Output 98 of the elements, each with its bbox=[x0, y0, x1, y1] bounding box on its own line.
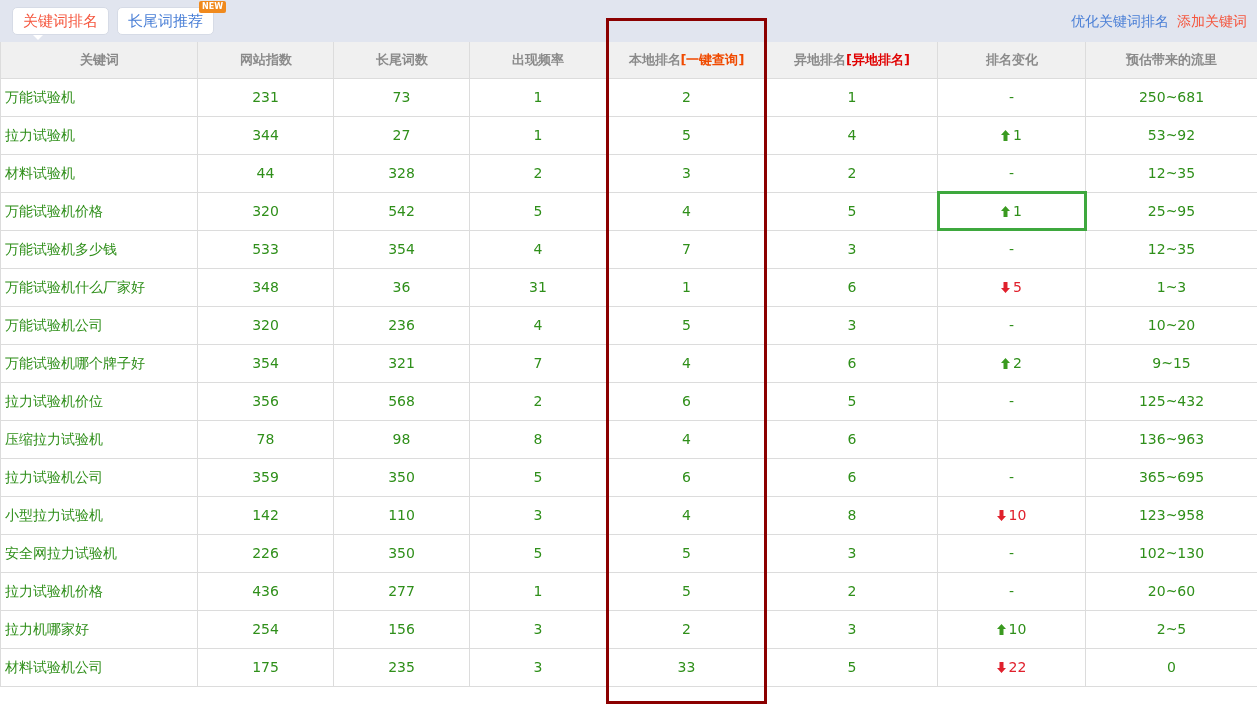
column-header-label: 异地排名 bbox=[794, 52, 847, 67]
up-arrow-icon bbox=[1001, 357, 1011, 369]
rank-change-value: - bbox=[1008, 468, 1015, 485]
keyword-cell: 拉力机哪家好 bbox=[0, 610, 198, 648]
index-cell: 436 bbox=[197, 572, 334, 610]
column-header: 预估带来的流里 bbox=[1085, 42, 1257, 78]
index-cell: 231 bbox=[197, 78, 334, 116]
keyword-cell: 拉力试验机 bbox=[0, 116, 198, 154]
rank-change-value: - bbox=[1008, 582, 1015, 599]
rank-change-value: 10 bbox=[1008, 506, 1027, 523]
keyword-cell: 万能试验机多少钱 bbox=[0, 230, 198, 268]
remote-rank-cell: 6 bbox=[766, 420, 938, 458]
longtail-cell: 236 bbox=[333, 306, 470, 344]
longtail-cell: 36 bbox=[333, 268, 470, 306]
longtail-cell: 354 bbox=[333, 230, 470, 268]
link[interactable]: 添加关键词 bbox=[1177, 10, 1247, 32]
remote-rank-cell: 6 bbox=[766, 458, 938, 496]
column-header: 网站指数 bbox=[197, 42, 334, 78]
keyword-cell: 万能试验机哪个牌子好 bbox=[0, 344, 198, 382]
rank-change-value: 22 bbox=[1008, 658, 1027, 675]
remote-rank-cell: 8 bbox=[766, 496, 938, 534]
keyword-cell: 小型拉力试验机 bbox=[0, 496, 198, 534]
keyword-cell: 材料试验机 bbox=[0, 154, 198, 192]
rank-change-value: - bbox=[1008, 88, 1015, 105]
index-cell: 254 bbox=[197, 610, 334, 648]
keyword-cell: 拉力试验机价格 bbox=[0, 572, 198, 610]
index-cell: 226 bbox=[197, 534, 334, 572]
remote-rank-cell: 6 bbox=[766, 268, 938, 306]
remote-rank-cell: 5 bbox=[766, 648, 938, 686]
rank-change-value: - bbox=[1008, 392, 1015, 409]
index-cell: 44 bbox=[197, 154, 334, 192]
down-arrow-icon bbox=[996, 661, 1006, 673]
remote-rank-cell: 1 bbox=[766, 78, 938, 116]
longtail-cell: 73 bbox=[333, 78, 470, 116]
column-header: 出现频率 bbox=[469, 42, 607, 78]
keyword-cell: 材料试验机公司 bbox=[0, 648, 198, 686]
keyword-cell: 压缩拉力试验机 bbox=[0, 420, 198, 458]
keyword-cell: 万能试验机公司 bbox=[0, 306, 198, 344]
index-cell: 533 bbox=[197, 230, 334, 268]
rank-change-value: - bbox=[1008, 240, 1015, 257]
index-cell: 142 bbox=[197, 496, 334, 534]
index-cell: 344 bbox=[197, 116, 334, 154]
down-arrow-icon bbox=[996, 509, 1006, 521]
index-cell: 356 bbox=[197, 382, 334, 420]
index-cell: 175 bbox=[197, 648, 334, 686]
remote-rank-cell: 3 bbox=[766, 534, 938, 572]
index-cell: 359 bbox=[197, 458, 334, 496]
longtail-cell: 277 bbox=[333, 572, 470, 610]
up-arrow-icon bbox=[1001, 129, 1011, 141]
index-cell: 78 bbox=[197, 420, 334, 458]
remote-rank-cell: 6 bbox=[766, 344, 938, 382]
longtail-cell: 321 bbox=[333, 344, 470, 382]
column-header-link[interactable]: [一键查询] bbox=[680, 52, 745, 67]
rank-change-value: 10 bbox=[1008, 620, 1027, 637]
rank-change-value: 1 bbox=[1013, 126, 1022, 143]
keyword-cell: 安全网拉力试验机 bbox=[0, 534, 198, 572]
rank-change-value: - bbox=[1008, 544, 1015, 561]
longtail-cell: 328 bbox=[333, 154, 470, 192]
keyword-cell: 拉力试验机公司 bbox=[0, 458, 198, 496]
index-cell: 320 bbox=[197, 192, 334, 230]
longtail-cell: 235 bbox=[333, 648, 470, 686]
up-arrow-icon bbox=[1001, 205, 1011, 217]
remote-rank-cell: 5 bbox=[766, 382, 938, 420]
remote-rank-cell: 3 bbox=[766, 230, 938, 268]
up-arrow-icon bbox=[996, 623, 1006, 635]
column-header-link[interactable]: [异地排名] bbox=[846, 52, 910, 67]
index-cell: 320 bbox=[197, 306, 334, 344]
rank-change-value: - bbox=[1008, 164, 1015, 181]
rank-change-value: 2 bbox=[1013, 354, 1022, 371]
new-badge: NEW bbox=[199, 0, 226, 13]
longtail-cell: 542 bbox=[333, 192, 470, 230]
longtail-cell: 568 bbox=[333, 382, 470, 420]
link[interactable]: 优化关键词排名 bbox=[1071, 10, 1169, 32]
remote-rank-cell: 2 bbox=[766, 154, 938, 192]
longtail-cell: 350 bbox=[333, 458, 470, 496]
keyword-cell: 拉力试验机价位 bbox=[0, 382, 198, 420]
keyword-cell: 万能试验机 bbox=[0, 78, 198, 116]
keyword-cell: 万能试验机价格 bbox=[0, 192, 198, 230]
index-cell: 348 bbox=[197, 268, 334, 306]
keyword-cell: 万能试验机什么厂家好 bbox=[0, 268, 198, 306]
column-header: 关键词 bbox=[0, 42, 198, 78]
column-header: 长尾词数 bbox=[333, 42, 470, 78]
rank-change-value: 1 bbox=[1013, 202, 1022, 219]
remote-rank-cell: 3 bbox=[766, 306, 938, 344]
index-cell: 354 bbox=[197, 344, 334, 382]
longtail-cell: 350 bbox=[333, 534, 470, 572]
remote-rank-cell: 4 bbox=[766, 116, 938, 154]
remote-rank-cell: 3 bbox=[766, 610, 938, 648]
longtail-cell: 110 bbox=[333, 496, 470, 534]
longtail-cell: 27 bbox=[333, 116, 470, 154]
longtail-cell: 98 bbox=[333, 420, 470, 458]
longtail-cell: 156 bbox=[333, 610, 470, 648]
column-header-label: 本地排名 bbox=[628, 52, 681, 67]
down-arrow-icon bbox=[1001, 281, 1011, 293]
rank-change-value: 5 bbox=[1013, 278, 1022, 295]
rank-change-value: - bbox=[1008, 316, 1015, 333]
remote-rank-cell: 2 bbox=[766, 572, 938, 610]
column-header: 排名变化 bbox=[937, 42, 1086, 78]
